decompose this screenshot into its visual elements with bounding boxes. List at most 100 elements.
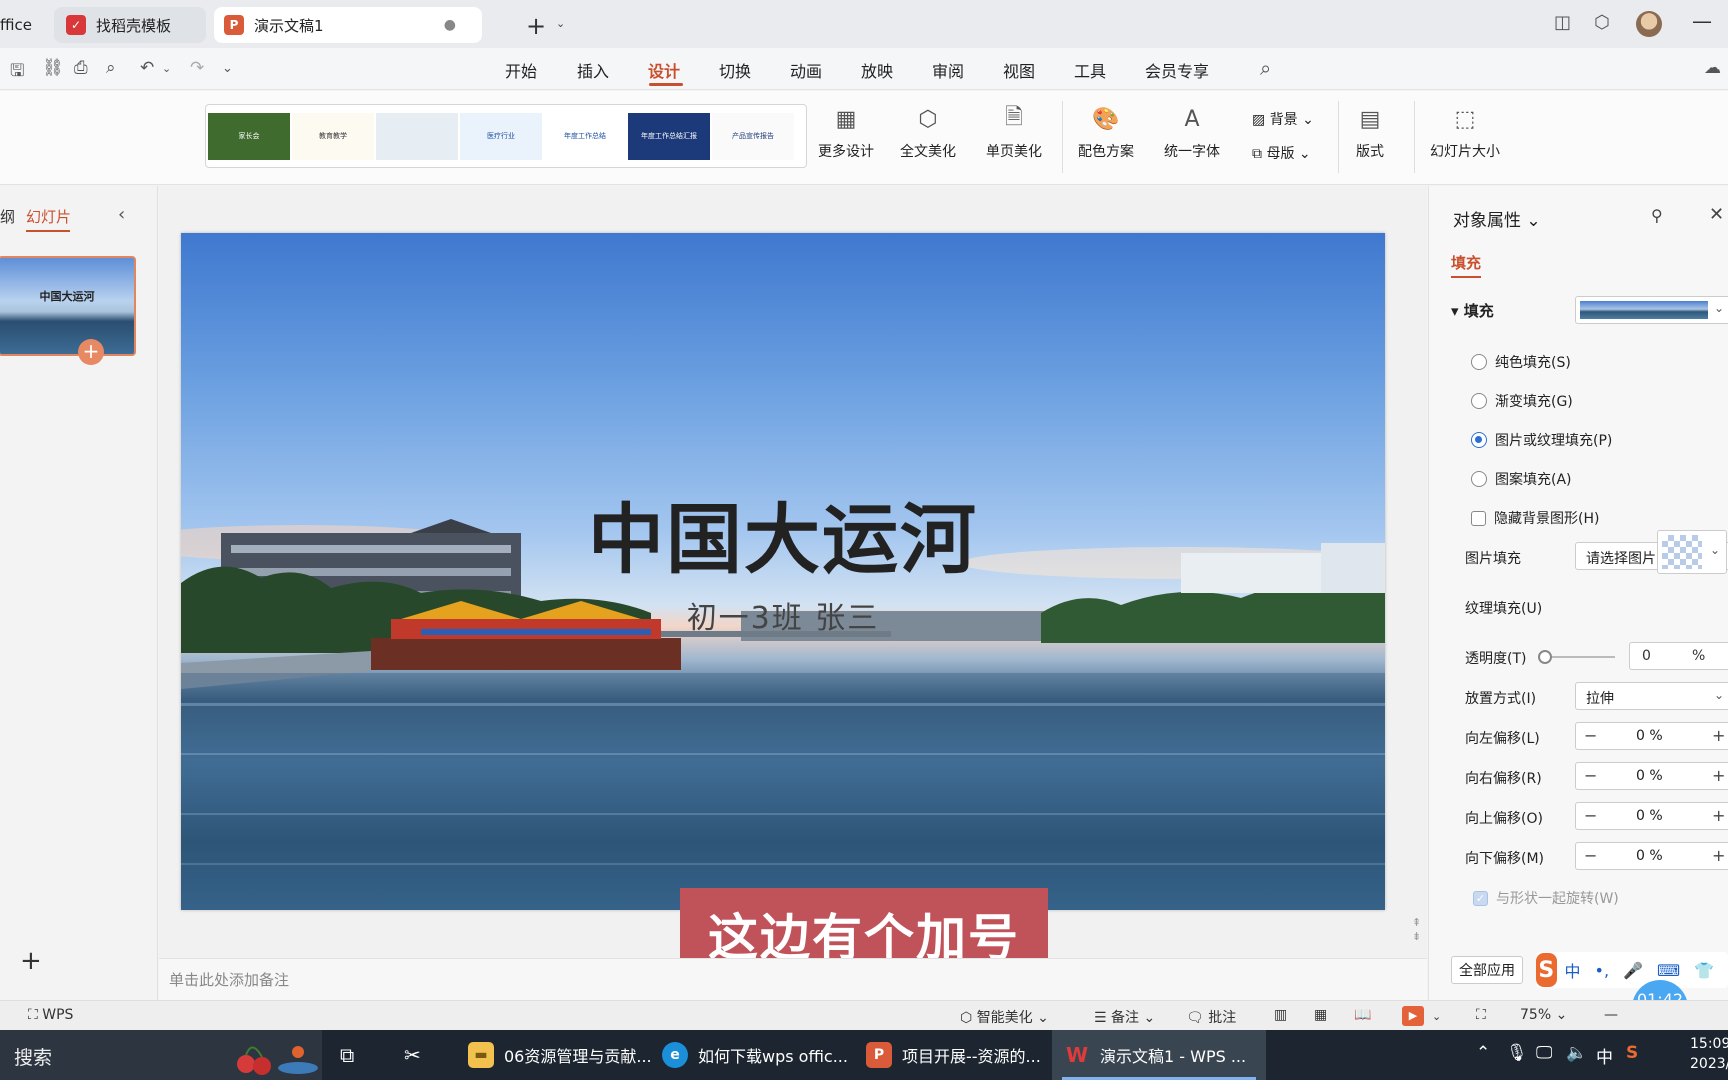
placement-select[interactable]: 拉伸 ⌄ <box>1575 682 1728 710</box>
picture-fill-radio[interactable]: 图片或纹理填充(P) <box>1471 430 1612 450</box>
taskbar-app-presentation[interactable]: P 项目开展--资源的... <box>856 1030 1051 1080</box>
template-thumb[interactable]: 家长会 <box>208 113 290 160</box>
pin-icon[interactable]: ⚲ <box>1651 206 1663 225</box>
more-chevron-icon[interactable]: ⌄ <box>222 61 233 76</box>
taskbar-app-edge[interactable]: e 如何下载wps offic... <box>652 1030 858 1080</box>
print-preview-icon[interactable]: ⌕ <box>106 58 116 78</box>
notes-pane[interactable]: 单击此处添加备注 <box>159 958 1427 1000</box>
minus-icon[interactable]: − <box>1584 726 1597 745</box>
print-icon[interactable]: ⎙ <box>74 58 88 78</box>
apply-all-button[interactable]: 全部应用 <box>1451 956 1523 984</box>
unsaved-dot[interactable]: ● <box>444 17 456 33</box>
menu-insert[interactable]: 插入 <box>577 58 609 82</box>
system-clock[interactable]: 15:09 2023/1 <box>1690 1034 1728 1074</box>
ime-toolbar[interactable]: S 中 •, 🎤 ⌨ 👕 <box>1536 952 1728 988</box>
template-thumb[interactable]: 年度工作总结 <box>544 113 626 160</box>
hide-bg-shapes-checkbox[interactable]: 隐藏背景图形(H) <box>1471 508 1599 528</box>
reading-view-icon[interactable]: 📖 <box>1354 1007 1371 1023</box>
close-icon[interactable]: ✕ <box>1709 204 1724 225</box>
play-icon[interactable]: ▶ <box>1402 1006 1424 1026</box>
cube-icon[interactable]: ⬡ <box>1594 12 1610 33</box>
template-thumb[interactable]: 医疗行业 <box>460 113 542 160</box>
layout-icon[interactable]: ◫ <box>1554 12 1571 33</box>
color-scheme-button[interactable]: 🎨 配色方案 <box>1078 103 1134 161</box>
new-tab-icon[interactable]: + <box>526 12 546 40</box>
menu-tools[interactable]: 工具 <box>1074 58 1106 82</box>
task-view-icon[interactable]: ⧉ <box>340 1043 354 1067</box>
fill-section-toggle[interactable]: ▾ 填充 <box>1451 300 1494 321</box>
slide-size-button[interactable]: ⬚ 幻灯片大小 <box>1430 103 1500 161</box>
undo-icon[interactable]: ↶ <box>140 58 154 78</box>
new-slide-icon[interactable]: + <box>20 946 42 976</box>
menu-slideshow[interactable]: 放映 <box>861 58 893 82</box>
transparency-input[interactable]: 0 % <box>1629 642 1728 670</box>
notes-button[interactable]: ☰ 备注 ⌄ <box>1094 1007 1155 1027</box>
grid-view-icon[interactable]: ▦ <box>1314 1007 1327 1023</box>
microphone-icon[interactable]: 🎙 <box>1506 1043 1528 1063</box>
taskbar-app-wps[interactable]: W 演示文稿1 - WPS ... <box>1052 1030 1267 1080</box>
template-thumb[interactable]: 年度工作总结汇报 <box>628 113 710 160</box>
slide-title[interactable]: 中国大运河 <box>181 478 1385 588</box>
chevron-down-icon[interactable]: ⌄ <box>1432 1010 1441 1023</box>
more-design-button[interactable]: ▦ 更多设计 <box>818 103 874 161</box>
offset-down-stepper[interactable]: −0 % + <box>1575 842 1728 870</box>
taskbar-app-explorer[interactable]: ▬ 06资源管理与贡献... <box>458 1030 662 1080</box>
chevron-down-icon[interactable]: ⌄ <box>556 17 565 30</box>
menu-design[interactable]: 设计 <box>648 58 680 82</box>
transparency-slider[interactable] <box>1538 650 1615 664</box>
plus-icon[interactable]: + <box>1712 806 1725 825</box>
fill-preview-dropdown[interactable]: ⌄ <box>1575 296 1728 324</box>
add-slide-icon[interactable]: + <box>78 339 104 365</box>
background-button[interactable]: ▨ 背景 ⌄ <box>1252 109 1314 129</box>
keyboard-icon[interactable]: ⌨ <box>1657 961 1680 980</box>
tab-fill[interactable]: 填充 <box>1451 252 1481 273</box>
network-icon[interactable]: 🖵 <box>1536 1043 1552 1063</box>
link-icon[interactable]: ⛓ <box>42 58 64 78</box>
menu-review[interactable]: 审阅 <box>932 58 964 82</box>
rotate-with-shape-checkbox[interactable]: ✓ 与形状一起旋转(W) <box>1473 888 1619 908</box>
taskbar-search[interactable]: 搜索 <box>0 1030 322 1080</box>
tab-office[interactable]: ffice <box>0 7 40 43</box>
texture-fill-picker[interactable]: ⌄ <box>1657 530 1727 574</box>
minus-icon[interactable]: − <box>1584 806 1597 825</box>
gradient-fill-radio[interactable]: 渐变填充(G) <box>1471 391 1573 411</box>
sogou-tray-icon[interactable]: S <box>1626 1043 1638 1063</box>
template-thumb[interactable]: 教育教学 <box>292 113 374 160</box>
cloud-icon[interactable]: ☁ <box>1704 58 1721 78</box>
redo-icon[interactable]: ↷ <box>190 58 204 78</box>
zoom-level[interactable]: 75% ⌄ <box>1520 1007 1567 1023</box>
master-button[interactable]: ⧉ 母版 ⌄ <box>1252 143 1311 163</box>
tab-slides[interactable]: 幻灯片 <box>26 206 71 227</box>
avatar[interactable] <box>1636 11 1662 37</box>
offset-left-stepper[interactable]: −0 % + <box>1575 722 1728 750</box>
collapse-panel-icon[interactable]: ‹ <box>118 204 125 225</box>
chevron-down-icon[interactable]: ⌄ <box>162 62 171 75</box>
skin-icon[interactable]: 👕 <box>1694 961 1714 980</box>
layout-button[interactable]: ▤ 版式 <box>1356 103 1384 161</box>
search-icon[interactable]: ⌕ <box>1260 56 1271 80</box>
template-thumb[interactable]: 产品宣传报告 <box>712 113 794 160</box>
zoom-out-icon[interactable]: — <box>1604 1007 1618 1023</box>
plus-icon[interactable]: + <box>1712 726 1725 745</box>
unify-font-button[interactable]: A 统一字体 <box>1164 103 1220 161</box>
plus-icon[interactable]: + <box>1712 846 1725 865</box>
volume-icon[interactable]: 🔈 <box>1566 1043 1587 1063</box>
slide-canvas[interactable]: 中国大运河 初一3班 张三 <box>181 233 1385 910</box>
tab-docer-templates[interactable]: ✓ 找稻壳模板 <box>54 7 206 43</box>
slide-thumbnail[interactable]: 中国大运河 <box>0 256 136 356</box>
comments-button[interactable]: 🗨 批注 <box>1186 1007 1236 1027</box>
ime-mode[interactable]: 中 <box>1565 958 1581 982</box>
solid-fill-radio[interactable]: 纯色填充(S) <box>1471 352 1571 372</box>
fit-window-icon[interactable]: ⛶ <box>1476 1007 1486 1023</box>
offset-up-stepper[interactable]: −0 % + <box>1575 802 1728 830</box>
slide-subtitle[interactable]: 初一3班 张三 <box>181 593 1385 637</box>
design-template-gallery[interactable]: 家长会 教育教学 医疗行业 年度工作总结 年度工作总结汇报 产品宣传报告 <box>205 104 807 168</box>
scroll-arrows-icon[interactable]: ⇞ ⇟ <box>1412 916 1421 944</box>
ime-punctuation[interactable]: •, <box>1595 961 1610 980</box>
pattern-fill-radio[interactable]: 图案填充(A) <box>1471 469 1572 489</box>
offset-right-stepper[interactable]: −0 % + <box>1575 762 1728 790</box>
page-beautify-button[interactable]: 🗎 单页美化 <box>986 103 1042 161</box>
microphone-icon[interactable]: 🎤 <box>1623 961 1643 980</box>
tray-chevron-up-icon[interactable]: ⌃ <box>1476 1043 1490 1063</box>
menu-home[interactable]: 开始 <box>505 58 537 82</box>
